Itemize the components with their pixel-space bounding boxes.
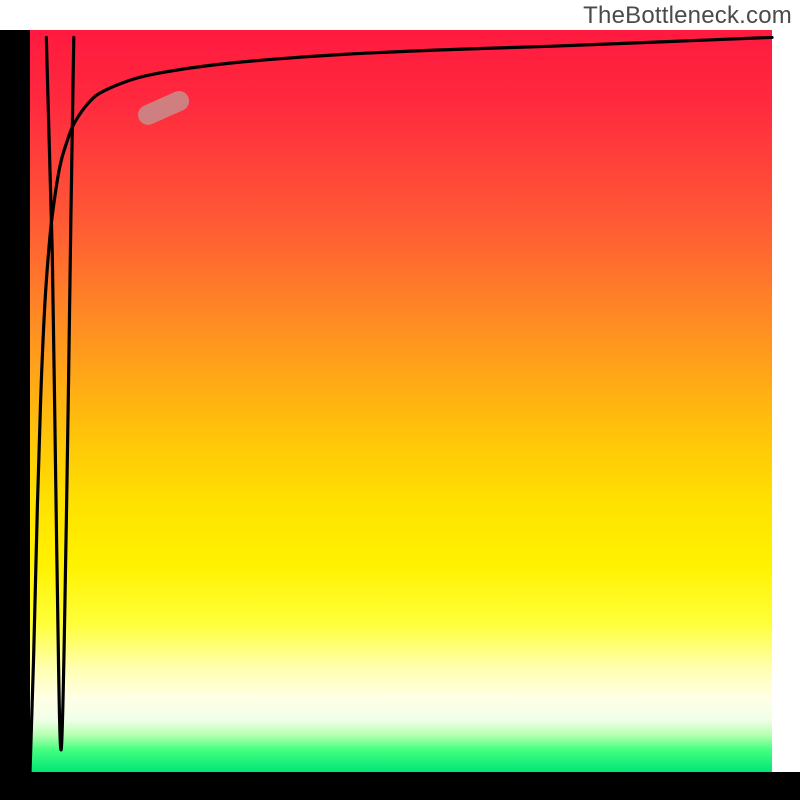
- chart-canvas: TheBottleneck.com: [0, 0, 800, 800]
- y-axis-bar: [0, 30, 30, 772]
- left-dip-curve: [46, 37, 73, 749]
- highlight-marker-shape: [135, 88, 192, 128]
- curve-layer: [30, 30, 772, 772]
- main-curve: [30, 37, 772, 772]
- attribution-text: TheBottleneck.com: [583, 2, 792, 30]
- highlight-marker: [135, 88, 192, 128]
- x-axis-bar: [0, 772, 800, 800]
- axis-corner-spacer: [0, 0, 30, 30]
